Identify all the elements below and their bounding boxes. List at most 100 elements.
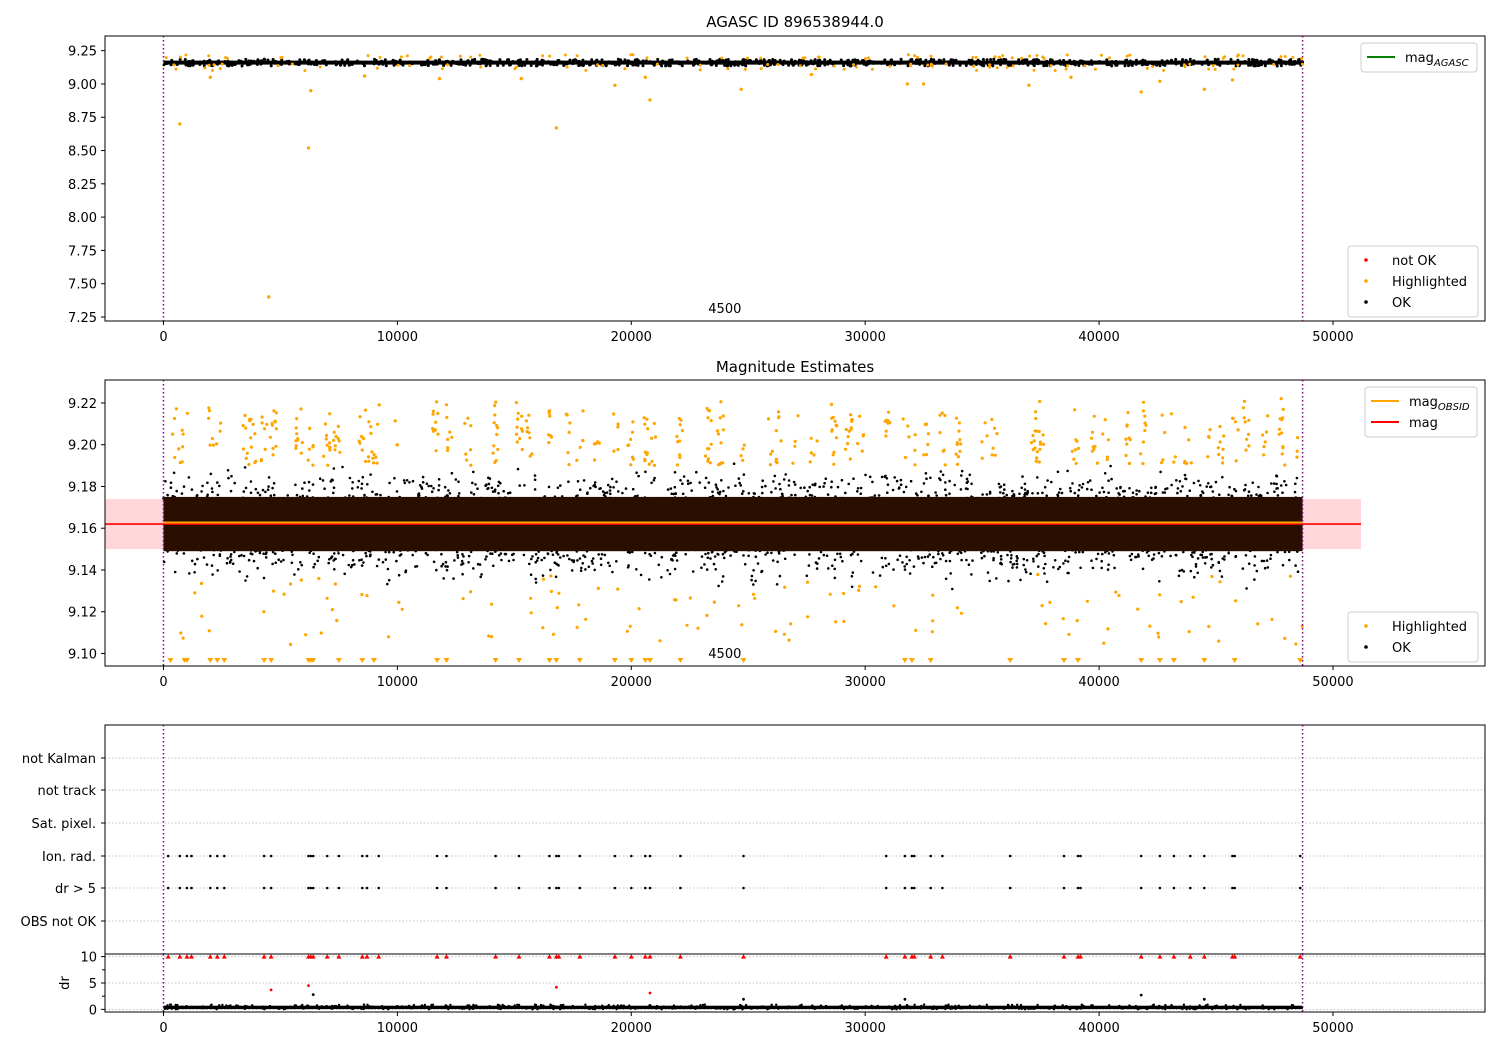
ok-point [713, 555, 717, 558]
ok-point [1068, 486, 1072, 490]
ok-point [691, 570, 695, 573]
ok-point [435, 568, 438, 572]
ok-point [534, 577, 537, 581]
ok-point [766, 551, 769, 554]
ok-point [516, 467, 520, 471]
ok-point [778, 574, 782, 578]
ok-point [1053, 559, 1057, 562]
ok-point [492, 61, 496, 65]
ok-point [547, 485, 551, 489]
ok-point [1123, 64, 1127, 68]
ok-point [704, 552, 707, 556]
ok-point [1192, 481, 1196, 485]
ok-point [717, 553, 720, 556]
ok-point [944, 493, 948, 497]
ok-point [1032, 64, 1036, 68]
ok-point [591, 562, 594, 565]
ok-point [974, 62, 978, 66]
ok-point [421, 481, 425, 484]
ok-point [568, 557, 571, 561]
ok-point [1270, 482, 1273, 485]
ok-point [400, 62, 403, 66]
ok-point [172, 471, 176, 475]
ok-point [386, 567, 390, 571]
ok-point [530, 557, 533, 561]
ok-point [698, 481, 701, 484]
ok-point [426, 64, 430, 68]
ok-point [496, 484, 500, 488]
ok-point [467, 561, 470, 564]
ok-point [939, 470, 943, 473]
ok-point [205, 563, 209, 566]
ok-point [1251, 481, 1254, 485]
ok-point [279, 560, 283, 563]
ok-point [197, 61, 201, 65]
ok-point [169, 481, 173, 485]
ok-point [245, 575, 249, 578]
ok-point [590, 61, 594, 65]
ok-point [226, 469, 230, 472]
ok-point [332, 491, 335, 495]
highlighted-point [888, 64, 892, 68]
ok-point [871, 480, 874, 484]
ok-point [905, 555, 908, 559]
ok-point [301, 487, 304, 490]
ok-point [750, 574, 754, 578]
ok-point [743, 562, 747, 566]
ok-point [833, 60, 837, 64]
ok-point [841, 559, 844, 563]
ok-point [1107, 563, 1110, 566]
ok-point [916, 555, 920, 558]
ok-point [929, 476, 932, 480]
ok-point [842, 64, 846, 68]
ok-point [616, 62, 620, 66]
ok-point [1229, 58, 1233, 61]
ok-point [700, 566, 703, 569]
ok-point [484, 484, 487, 488]
ok-point [1102, 490, 1106, 494]
ok-point [456, 556, 460, 559]
ok-point [395, 559, 398, 563]
ok-point [534, 581, 538, 584]
ok-point [459, 60, 463, 64]
ok-point [798, 59, 802, 63]
ok-point [833, 567, 836, 571]
ok-point [771, 58, 775, 61]
ok-point [714, 64, 718, 67]
highlighted-point [469, 55, 473, 59]
ok-point [793, 59, 797, 63]
ok-point [430, 490, 434, 494]
highlighted-point [1188, 62, 1192, 66]
ok-point [1249, 63, 1253, 67]
ok-point [339, 63, 342, 67]
ok-point [1052, 62, 1056, 66]
y-tick-label: 8.25 [68, 178, 97, 193]
ok-point [499, 481, 502, 485]
ok-point [318, 61, 322, 65]
ok-point [985, 58, 989, 62]
ok-point [901, 561, 904, 564]
ok-point [1193, 575, 1196, 579]
ok-point [1275, 482, 1278, 486]
ok-point [970, 482, 973, 486]
ok-point [465, 59, 469, 63]
ok-point [778, 58, 782, 62]
ok-point [949, 572, 952, 575]
ok-point [1188, 57, 1192, 61]
ok-point [1266, 566, 1270, 569]
ok-point [296, 62, 300, 66]
ok-point [920, 490, 923, 494]
ok-point [909, 479, 913, 483]
ok-point [403, 481, 407, 485]
ok-point [905, 562, 908, 566]
ok-point [332, 486, 336, 490]
ok-point [1234, 555, 1237, 559]
ok-point [1236, 58, 1240, 62]
ok-point [648, 578, 651, 581]
ok-point [1157, 551, 1161, 555]
ok-point [657, 563, 661, 567]
ok-point [457, 492, 461, 495]
ok-point [360, 487, 363, 490]
ok-point [941, 553, 945, 557]
ok-point [638, 61, 642, 65]
